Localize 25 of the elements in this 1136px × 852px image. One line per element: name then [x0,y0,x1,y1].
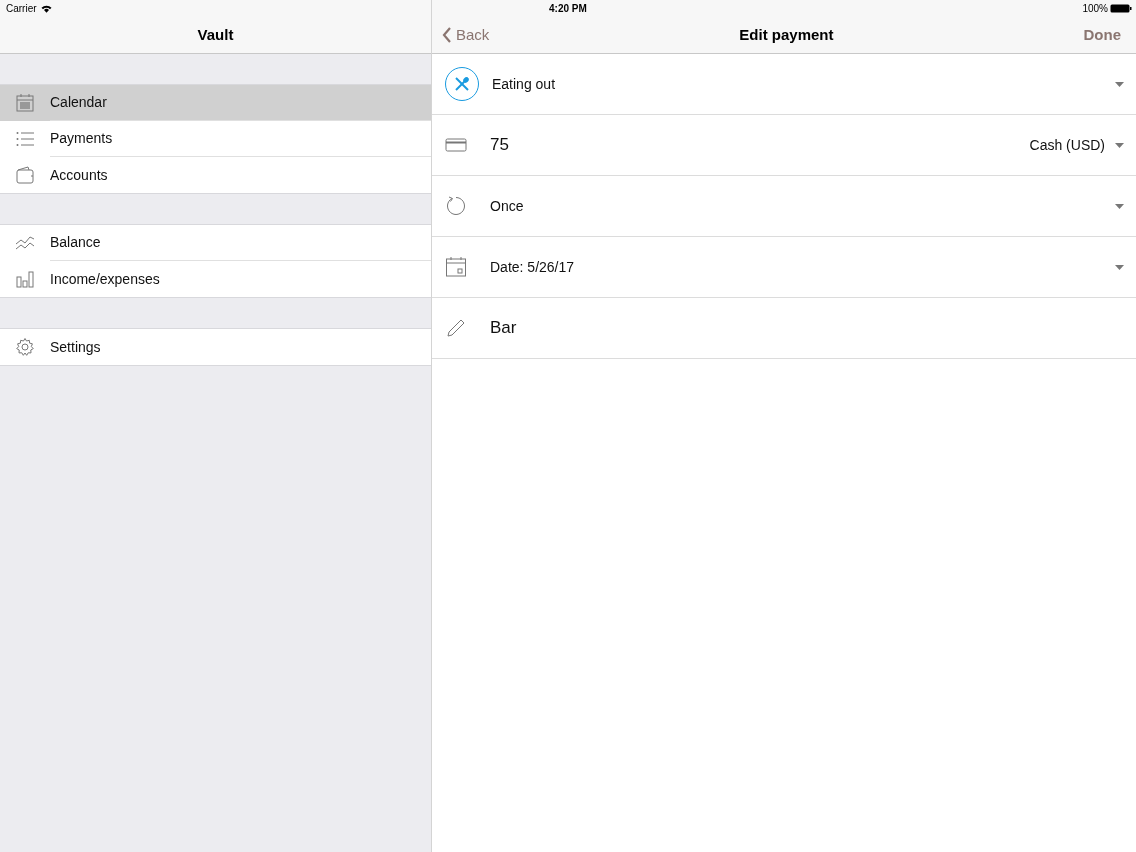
credit-card-icon [445,137,467,153]
sidebar-item[interactable]: Calendar [0,85,431,121]
page-title: Edit payment [739,24,834,45]
wifi-icon [40,4,52,13]
chevron-left-icon [442,27,452,43]
settings-icon [15,337,35,357]
clock-label: 4:20 PM [549,2,587,16]
date-selector[interactable]: Date: 5/26/17 [490,237,1124,297]
back-button[interactable]: Back [442,23,490,47]
battery-icon [1110,4,1132,13]
circular-arrow-icon [445,195,467,217]
wallet-icon [15,165,35,185]
amount-field[interactable]: 75 Cash (USD) [490,115,1124,175]
pencil-icon [445,317,467,339]
list-icon [15,129,35,149]
bar-chart-icon [15,269,35,289]
carrier-label: Carrier [6,2,37,16]
category-selector[interactable]: Eating out [492,54,1124,114]
done-button[interactable]: Done [1083,23,1126,47]
sidebar-title: Vault [197,24,234,45]
note-field[interactable]: Bar [490,298,1124,358]
repeat-selector[interactable]: Once [490,176,1124,236]
battery-label: 100% [1082,2,1108,16]
calendar-icon [445,256,467,278]
calendar-icon [15,93,35,113]
